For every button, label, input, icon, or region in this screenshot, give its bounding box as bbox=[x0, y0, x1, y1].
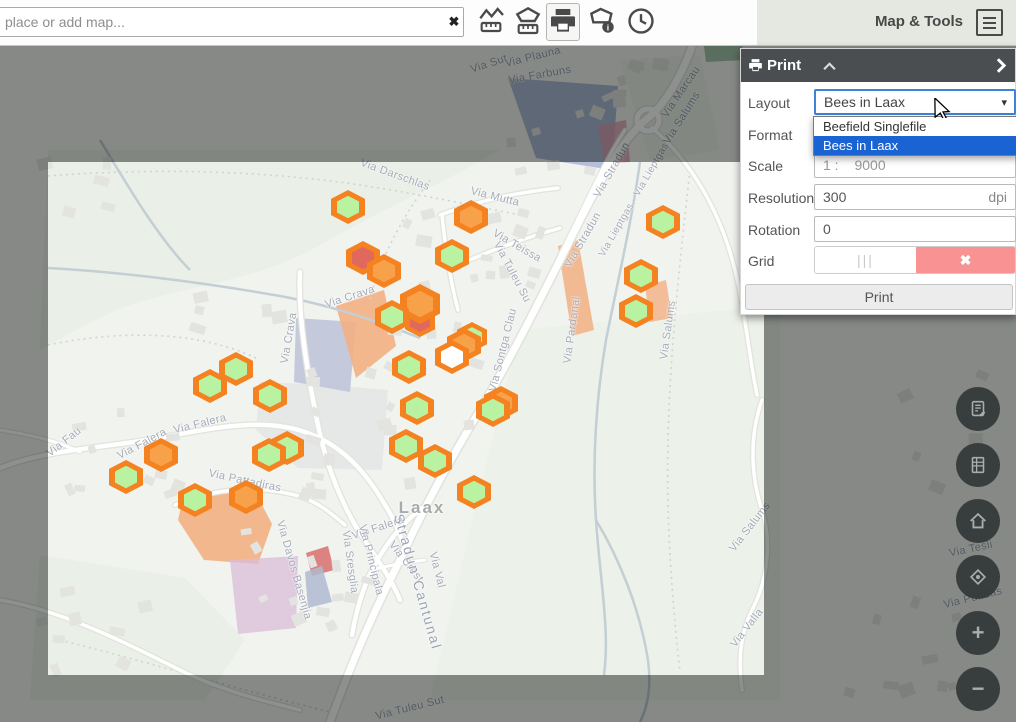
layout-dropdown: Beefield Singlefile Bees in Laax bbox=[813, 116, 1016, 156]
measure-area-button[interactable] bbox=[511, 5, 545, 39]
menu-button[interactable] bbox=[976, 9, 1003, 36]
print-panel-header: Print bbox=[741, 49, 1015, 82]
grid-on-option[interactable]: ||| bbox=[815, 247, 917, 273]
print-icon bbox=[547, 5, 579, 37]
zoom-out-button[interactable]: − bbox=[956, 667, 1000, 711]
report-button[interactable] bbox=[956, 387, 1000, 431]
grid-off-option[interactable]: ✖ bbox=[916, 247, 1015, 273]
measure-area-icon bbox=[512, 5, 544, 37]
report-icon bbox=[967, 398, 989, 420]
legend-button[interactable] bbox=[956, 443, 1000, 487]
rotation-value: 0 bbox=[823, 221, 831, 237]
measure-line-button[interactable] bbox=[474, 5, 508, 39]
search-input[interactable] bbox=[0, 7, 464, 37]
clear-search-button[interactable]: ✖ bbox=[444, 11, 464, 33]
resolution-unit: dpi bbox=[988, 185, 1007, 209]
chevron-down-icon: ▾ bbox=[1001, 92, 1007, 114]
print-preview-area bbox=[48, 162, 764, 675]
grid-label: Grid bbox=[748, 253, 774, 269]
grid-toggle[interactable]: ||| ✖ bbox=[814, 246, 1016, 274]
layout-option-selected[interactable]: Bees in Laax bbox=[814, 136, 1016, 155]
print-panel: Print Layout Bees in Laax ▾ Format Scale… bbox=[740, 48, 1016, 315]
legend-icon bbox=[967, 454, 989, 476]
locate-button[interactable] bbox=[956, 555, 1000, 599]
home-button[interactable] bbox=[956, 499, 1000, 543]
collapse-chevron-up-icon[interactable] bbox=[823, 62, 836, 71]
home-icon bbox=[967, 510, 989, 532]
measure-line-icon bbox=[475, 5, 507, 37]
layout-option[interactable]: Beefield Singlefile bbox=[814, 117, 1016, 136]
scale-prefix: 1 : bbox=[823, 157, 839, 173]
history-icon bbox=[625, 5, 657, 37]
identify-button[interactable]: i bbox=[585, 5, 619, 39]
app-window: LaaxVia DarschlasVia MuttaVia TeissaVia … bbox=[0, 0, 1016, 722]
resolution-label: Resolution bbox=[748, 190, 814, 206]
layout-label: Layout bbox=[748, 95, 790, 111]
layout-selected-value: Bees in Laax bbox=[824, 94, 905, 110]
top-toolbar: ✖ i bbox=[0, 0, 1016, 46]
print-button[interactable]: Print bbox=[745, 284, 1013, 310]
svg-text:i: i bbox=[607, 22, 609, 32]
scale-value: 9000 bbox=[854, 157, 885, 173]
print-panel-icon bbox=[747, 57, 764, 74]
scale-label: Scale bbox=[748, 158, 783, 174]
zoom-in-button[interactable]: + bbox=[956, 611, 1000, 655]
layout-select[interactable]: Bees in Laax ▾ bbox=[814, 89, 1016, 115]
locate-icon bbox=[967, 566, 989, 588]
minus-icon: − bbox=[972, 676, 985, 702]
resolution-input[interactable]: dpi 300 bbox=[814, 184, 1016, 210]
plus-icon: + bbox=[972, 620, 985, 646]
print-panel-title: Print bbox=[767, 57, 801, 74]
rotation-input[interactable]: 0 bbox=[814, 216, 1016, 242]
rotation-label: Rotation bbox=[748, 222, 800, 238]
history-button[interactable] bbox=[624, 5, 658, 39]
detach-chevron-right-icon[interactable] bbox=[996, 58, 1006, 73]
resolution-value: 300 bbox=[823, 189, 846, 205]
format-label: Format bbox=[748, 127, 792, 143]
identify-icon: i bbox=[586, 5, 618, 37]
map-tools-label: Map & Tools bbox=[875, 13, 963, 30]
print-tool-button[interactable] bbox=[546, 3, 580, 41]
menu-icon bbox=[983, 17, 996, 19]
